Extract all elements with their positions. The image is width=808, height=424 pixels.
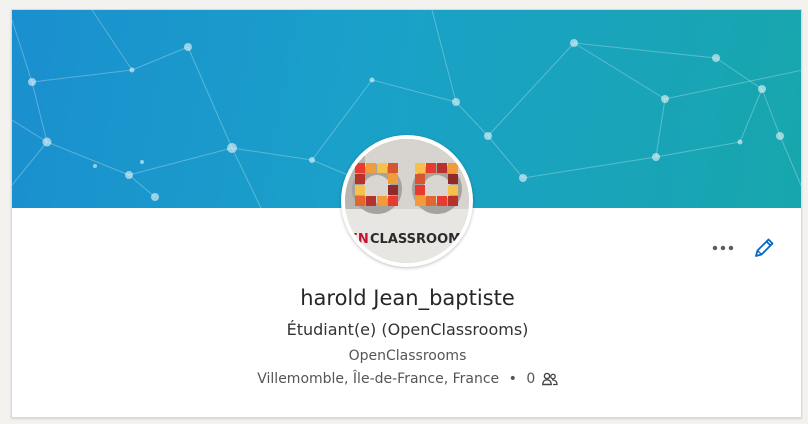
connections-icon (541, 372, 558, 386)
profile-name: harold Jean_baptiste (300, 286, 515, 310)
logo-text-accent: EN (349, 232, 369, 247)
separator-dot: • (508, 371, 517, 387)
pencil-icon (755, 238, 774, 257)
profile-card: EN CLASSROOM harold Jean_baptiste Étudia… (11, 9, 802, 418)
profile-headline: Étudiant(e) (OpenClassrooms) (286, 320, 529, 339)
connections-count: 0 (526, 371, 536, 387)
profile-company[interactable]: OpenClassrooms (12, 348, 801, 364)
avatar-photo: EN CLASSROOM (345, 139, 469, 263)
profile-location: Villemomble, Île-de-France, France (257, 371, 500, 387)
logo-text: CLASSROOM (370, 232, 461, 247)
more-actions-button[interactable] (709, 238, 739, 258)
ellipsis-icon (712, 245, 734, 251)
connections-link[interactable]: 0 (526, 371, 558, 387)
profile-location-row: Villemomble, Île-de-France, France • 0 (12, 371, 801, 387)
profile-avatar[interactable]: EN CLASSROOM (341, 135, 473, 267)
openclassrooms-logo-image: EN CLASSROOM (345, 139, 469, 263)
edit-profile-button[interactable] (752, 236, 776, 260)
